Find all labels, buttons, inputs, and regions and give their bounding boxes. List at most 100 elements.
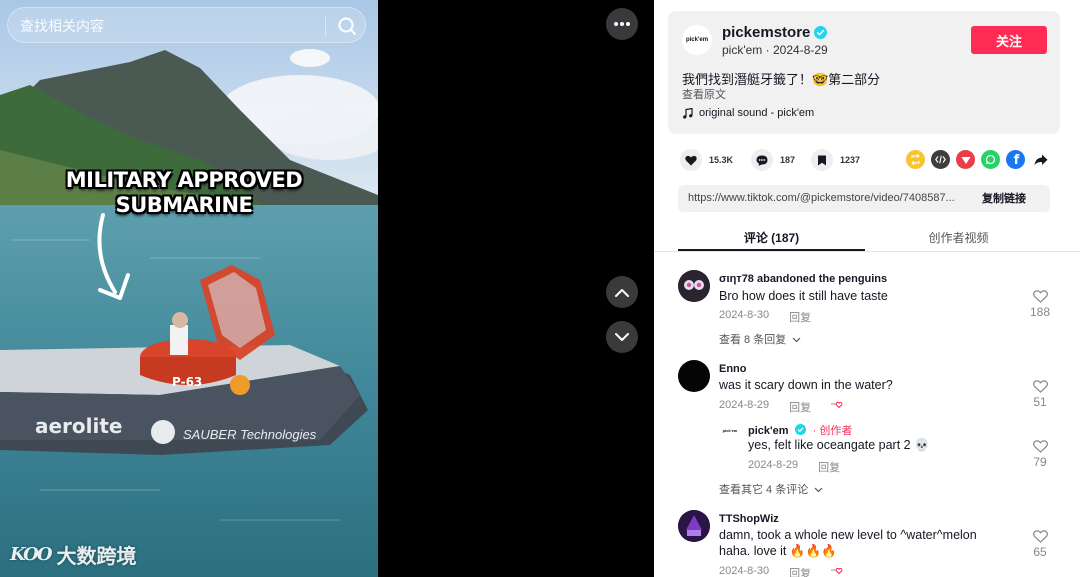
comment-text: damn, took a whole new level to ^water^m… xyxy=(719,528,977,542)
sound-name: original sound - pick'em xyxy=(699,107,815,119)
creator-liked-icon xyxy=(831,401,843,409)
video-link-box: https://www.tiktok.com/@pickemstore/vide… xyxy=(678,185,1050,212)
comment-like-count: 188 xyxy=(1029,305,1051,319)
reply-username-text: pick'em xyxy=(748,425,789,437)
repost-button[interactable] xyxy=(906,150,925,169)
tab-divider xyxy=(654,251,1080,252)
whatsapp-share-button[interactable] xyxy=(981,150,1000,169)
next-video-button[interactable] xyxy=(606,321,638,353)
view-replies-link[interactable]: 查看 8 条回复 xyxy=(719,331,801,347)
comment-button[interactable] xyxy=(751,149,773,171)
reply-avatar[interactable]: pick'em xyxy=(720,420,740,440)
comment-date: 2024-8-30 xyxy=(719,309,770,321)
reply-username[interactable]: pick'em · 创作者 xyxy=(748,422,852,438)
post-date: 2024-8-29 xyxy=(773,43,828,57)
heart-outline-icon xyxy=(1032,530,1048,543)
boat-sponsor-text: SAUBER Technologies xyxy=(183,427,317,442)
comment-text-line2: haha. love it 🔥🔥🔥 xyxy=(719,544,837,558)
previous-video-button[interactable] xyxy=(606,276,638,308)
verified-badge-icon xyxy=(794,424,806,435)
tab-creator-videos[interactable]: 创作者视频 xyxy=(865,229,1052,246)
video-link-text[interactable]: https://www.tiktok.com/@pickemstore/vide… xyxy=(688,192,976,204)
watermark-text: 大数跨境 xyxy=(56,546,137,568)
chevron-down-icon xyxy=(814,487,823,493)
video-caption-line2: SUBMARINE xyxy=(115,193,253,217)
comment-username[interactable]: σιηт78 abandoned the penguins xyxy=(719,273,887,285)
author-meta: pick'em · 2024-8-29 xyxy=(722,43,828,57)
embed-button[interactable] xyxy=(931,150,950,169)
heart-icon xyxy=(685,155,697,165)
creator-liked-icon xyxy=(831,567,843,575)
comment-like-button[interactable]: 188 xyxy=(1026,290,1054,319)
author-handle: pick'em xyxy=(722,43,763,57)
search-input[interactable] xyxy=(20,16,310,36)
like-stat[interactable]: 15.3K xyxy=(680,148,733,172)
comment-like-button[interactable]: 51 xyxy=(1026,380,1054,409)
save-count: 1237 xyxy=(840,155,861,165)
comment-text: was it scary down in the water? xyxy=(719,378,893,392)
video-frame: aerolite SAUBER Technologies P-63 xyxy=(0,0,378,577)
comment-avatar[interactable] xyxy=(678,270,710,302)
reply-button[interactable]: 回复 xyxy=(818,459,840,475)
comment-username[interactable]: Enno xyxy=(719,363,747,375)
tab-comments[interactable]: 评论 (187) xyxy=(678,229,865,246)
share-arrow-icon xyxy=(1034,154,1047,165)
comment-username[interactable]: TTShopWiz xyxy=(719,513,779,525)
heart-outline-icon xyxy=(1032,380,1048,393)
comment-count: 187 xyxy=(780,155,796,165)
comment-meta: 2024-8-30 回复 xyxy=(719,565,843,577)
chevron-up-icon xyxy=(615,288,629,297)
facebook-icon: f xyxy=(1013,153,1020,168)
search-divider xyxy=(325,15,326,37)
search-icon xyxy=(338,17,356,35)
comment-date: 2024-8-30 xyxy=(719,565,770,577)
view-more-label: 查看其它 4 条评论 xyxy=(719,484,809,496)
repost-icon xyxy=(911,154,920,165)
comment-like-button[interactable]: 65 xyxy=(1026,530,1054,559)
comment-date: 2024-8-29 xyxy=(719,399,770,411)
save-stat[interactable]: 1237 xyxy=(811,148,860,172)
view-replies-label: 查看 8 条回复 xyxy=(719,334,787,346)
follow-button[interactable]: 关注 xyxy=(971,26,1047,54)
comment-like-count: 65 xyxy=(1033,545,1047,559)
view-more-comments-link[interactable]: 查看其它 4 条评论 xyxy=(719,481,823,497)
send-to-friends-button[interactable] xyxy=(956,150,975,169)
reply-like-button[interactable]: 79 xyxy=(1026,440,1054,469)
video-player[interactable]: aerolite SAUBER Technologies P-63 MILITA… xyxy=(0,0,378,577)
watermark: KOO 大数跨境 xyxy=(10,540,137,569)
sound-link[interactable]: original sound - pick'em xyxy=(682,107,814,119)
heart-outline-icon xyxy=(1032,290,1048,303)
comment-stat[interactable]: 187 xyxy=(751,148,795,172)
details-panel: pick'em pickemstore pick'em · 2024-8-29 … xyxy=(654,0,1080,577)
verified-badge-icon xyxy=(814,26,827,39)
comment-like-count: 51 xyxy=(1033,395,1047,409)
send-icon xyxy=(961,156,970,164)
like-count: 15.3K xyxy=(709,155,734,165)
comment-text: Bro how does it still have taste xyxy=(719,289,888,303)
more-dots-icon xyxy=(614,22,630,26)
reply-button[interactable]: 回复 xyxy=(789,399,811,415)
author-name[interactable]: pickemstore xyxy=(722,24,810,41)
search-button[interactable] xyxy=(333,12,361,40)
reply-like-count: 79 xyxy=(1033,455,1047,469)
more-share-button[interactable] xyxy=(1031,150,1050,169)
comment-avatar[interactable] xyxy=(678,510,710,542)
music-note-icon xyxy=(683,107,693,119)
reply-meta: 2024-8-29 回复 xyxy=(748,459,840,475)
like-button[interactable] xyxy=(680,149,702,171)
comment-avatar[interactable] xyxy=(678,360,710,392)
author-card: pick'em pickemstore pick'em · 2024-8-29 … xyxy=(668,11,1060,134)
author-avatar[interactable]: pick'em xyxy=(682,25,712,55)
chevron-down-icon xyxy=(615,332,629,341)
watermark-logo: KOO xyxy=(10,544,53,565)
facebook-share-button[interactable]: f xyxy=(1006,150,1025,169)
chevron-down-icon xyxy=(792,337,801,343)
save-button[interactable] xyxy=(811,149,833,171)
more-options-button[interactable] xyxy=(606,8,638,40)
reply-button[interactable]: 回复 xyxy=(789,309,811,325)
search-bar xyxy=(7,7,366,43)
reply-button[interactable]: 回复 xyxy=(789,565,811,577)
comment-icon xyxy=(756,155,768,166)
see-original-link[interactable]: 查看原文 xyxy=(682,86,726,102)
copy-link-button[interactable]: 复制链接 xyxy=(982,190,1026,206)
